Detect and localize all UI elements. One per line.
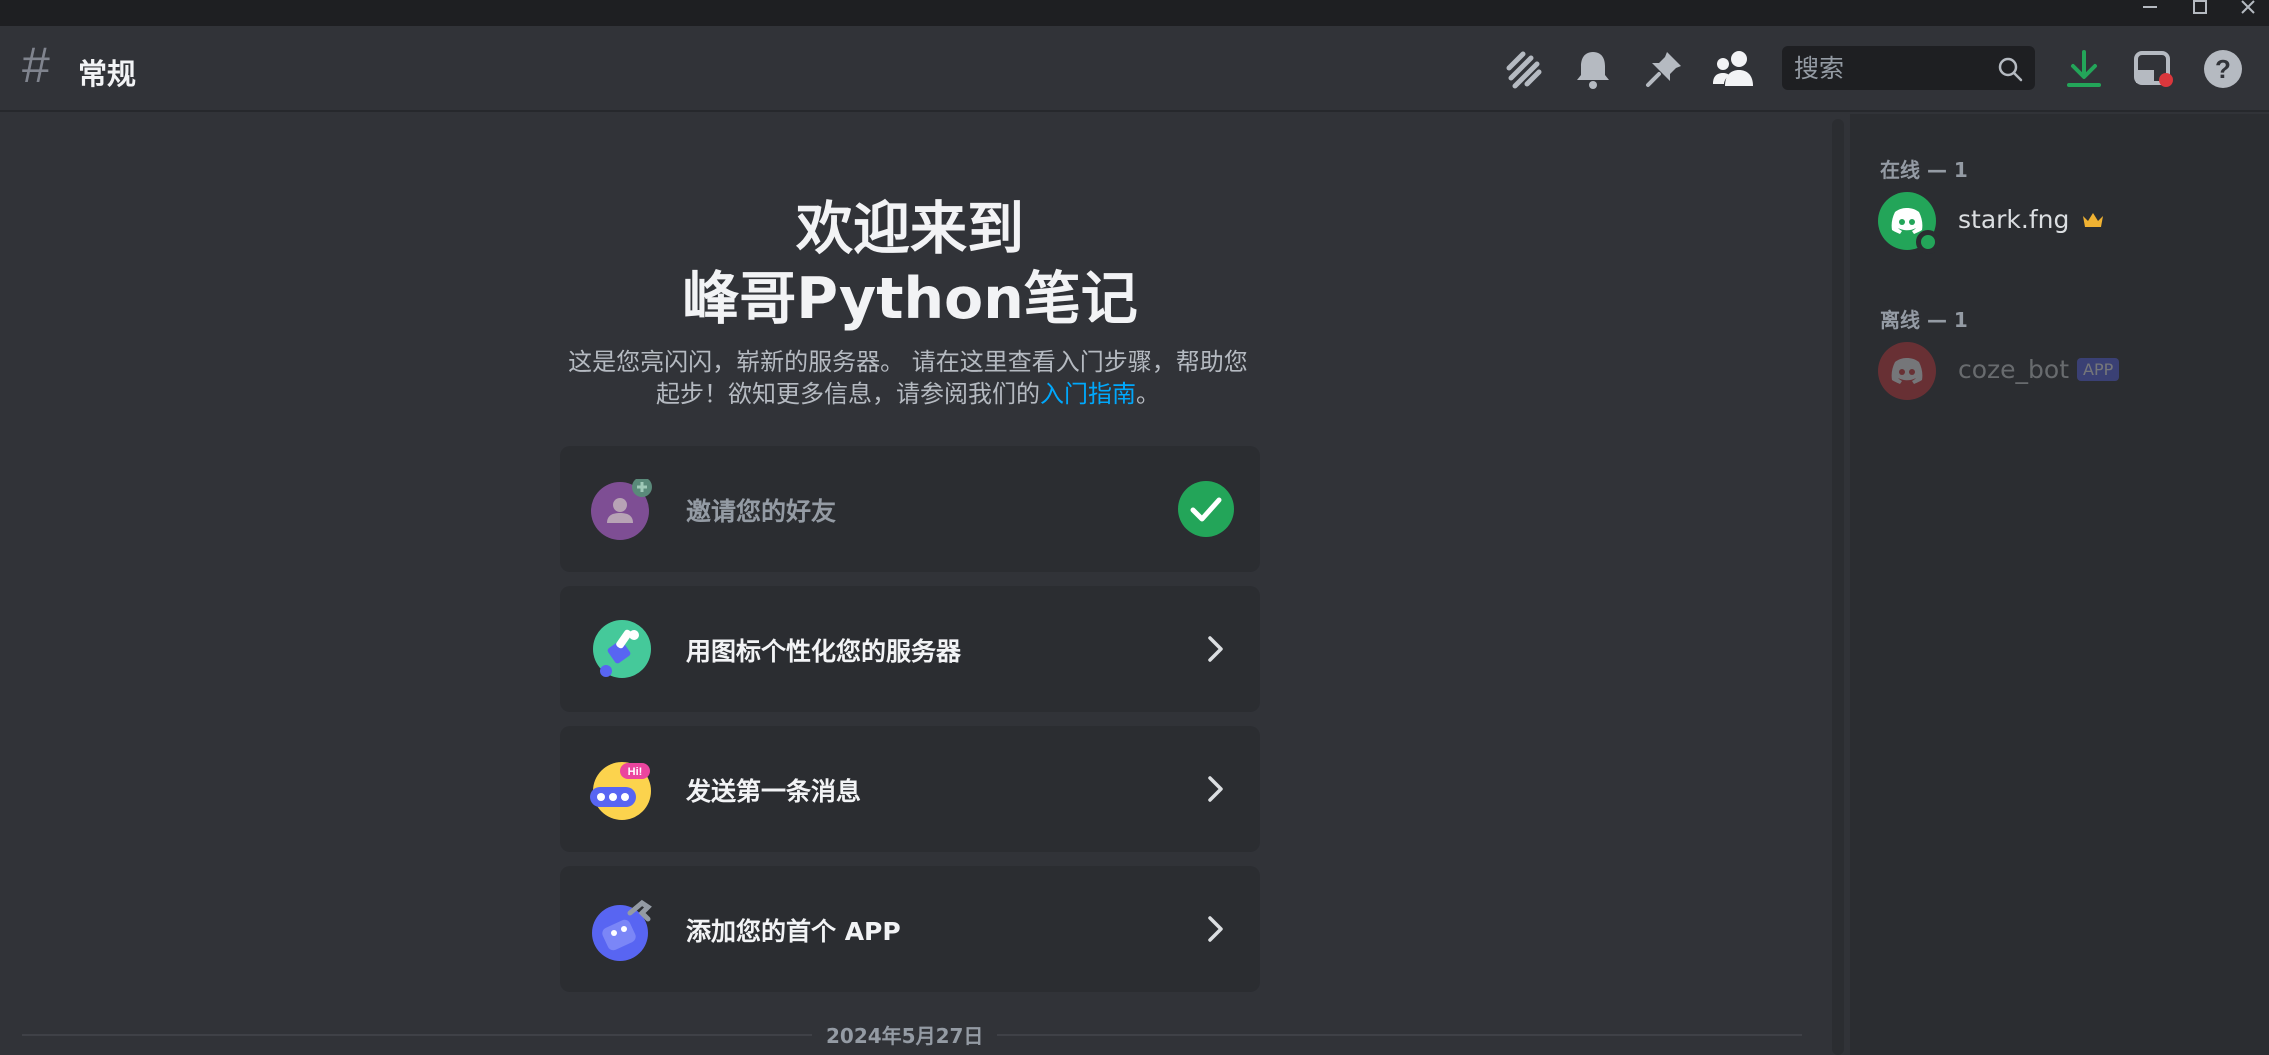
welcome-desc-suffix: 。 [1136,380,1160,408]
card-label: 用图标个性化您的服务器 [686,637,962,666]
avatar [1878,342,1936,400]
member-stark-fng[interactable]: stark.fng [1878,192,2238,254]
member-username: stark.fng [1958,205,2070,234]
welcome-heading: 欢迎来到 峰哥Python笔记 [550,194,1270,334]
minimize-icon[interactable] [2130,0,2170,18]
download-icon[interactable] [2060,45,2108,93]
discord-window: # 常规 ? 欢迎来到 [0,0,2269,1055]
channel-name: 常规 [78,57,137,91]
notification-bell-icon[interactable] [1569,45,1617,93]
message-bubble-icon: Hi! [590,759,651,820]
welcome-server-name: 峰哥Python笔记 [682,266,1138,332]
date-divider: 2024年5月27日 [812,1020,998,1049]
title-bar [0,0,2269,26]
svg-text:?: ? [2215,54,2231,84]
channel-header: # 常规 ? [0,26,2269,112]
welcome-desc-text: 起步！欲知更多信息，请参阅我们的 [656,380,1040,408]
pin-icon[interactable] [1640,45,1688,93]
robot-app-icon [590,899,652,961]
text-channel-icon: # [22,37,50,93]
chevron-right-icon [1200,634,1230,664]
personalize-server-card[interactable]: 用图标个性化您的服务器 [560,586,1260,712]
close-icon[interactable] [2228,0,2268,18]
threads-icon[interactable] [1498,45,1546,93]
add-first-app-card[interactable]: 添加您的首个 APP [560,866,1260,992]
member-list: 在线 — 1 stark.fng 离线 — 1 coze_bot APP [1850,114,2269,1055]
chevron-right-icon [1200,774,1230,804]
card-label: 邀请您的好友 [686,497,837,526]
member-list-icon[interactable] [1709,45,1757,93]
welcome-description: 这是您亮闪闪，崭新的服务器。 请在这里查看入门步骤，帮助您 起步！欲知更多信息，… [558,346,1258,410]
search-input[interactable] [1794,52,1994,84]
search-icon [1997,56,2023,86]
welcome-desc-line2: 起步！欲知更多信息，请参阅我们的入门指南。 [558,378,1258,410]
inbox-icon[interactable] [2130,45,2178,93]
card-label: 添加您的首个 APP [686,917,901,946]
online-group-header: 在线 — 1 [1880,158,1968,182]
svg-text:Hi!: Hi! [628,766,643,778]
chat-scrollbar[interactable] [1832,119,1844,1055]
card-label: 发送第一条消息 [686,777,862,806]
maximize-icon[interactable] [2180,0,2220,18]
server-owner-crown-icon [2081,207,2105,236]
online-status-icon [1916,230,1940,254]
invite-friends-icon [590,477,652,540]
member-name: stark.fng [1958,205,2105,236]
checkmark-icon [1178,481,1234,537]
paintbrush-icon [590,619,651,679]
help-icon[interactable]: ? [2199,45,2247,93]
invite-friends-card[interactable]: 邀请您的好友 [560,446,1260,572]
getting-started-guide-link[interactable]: 入门指南 [1040,380,1136,408]
search-box[interactable] [1782,46,2035,90]
member-coze-bot[interactable]: coze_bot APP [1878,342,2238,402]
member-username: coze_bot [1958,355,2070,384]
send-first-message-card[interactable]: Hi! 发送第一条消息 [560,726,1260,852]
offline-group-header: 离线 — 1 [1880,308,1968,332]
welcome-title-line1: 欢迎来到 [796,196,1024,262]
welcome-desc-line1: 这是您亮闪闪，崭新的服务器。 请在这里查看入门步骤，帮助您 [568,348,1248,376]
chevron-right-icon [1200,914,1230,944]
member-name: coze_bot APP [1958,355,2120,384]
app-badge: APP [2077,358,2120,381]
